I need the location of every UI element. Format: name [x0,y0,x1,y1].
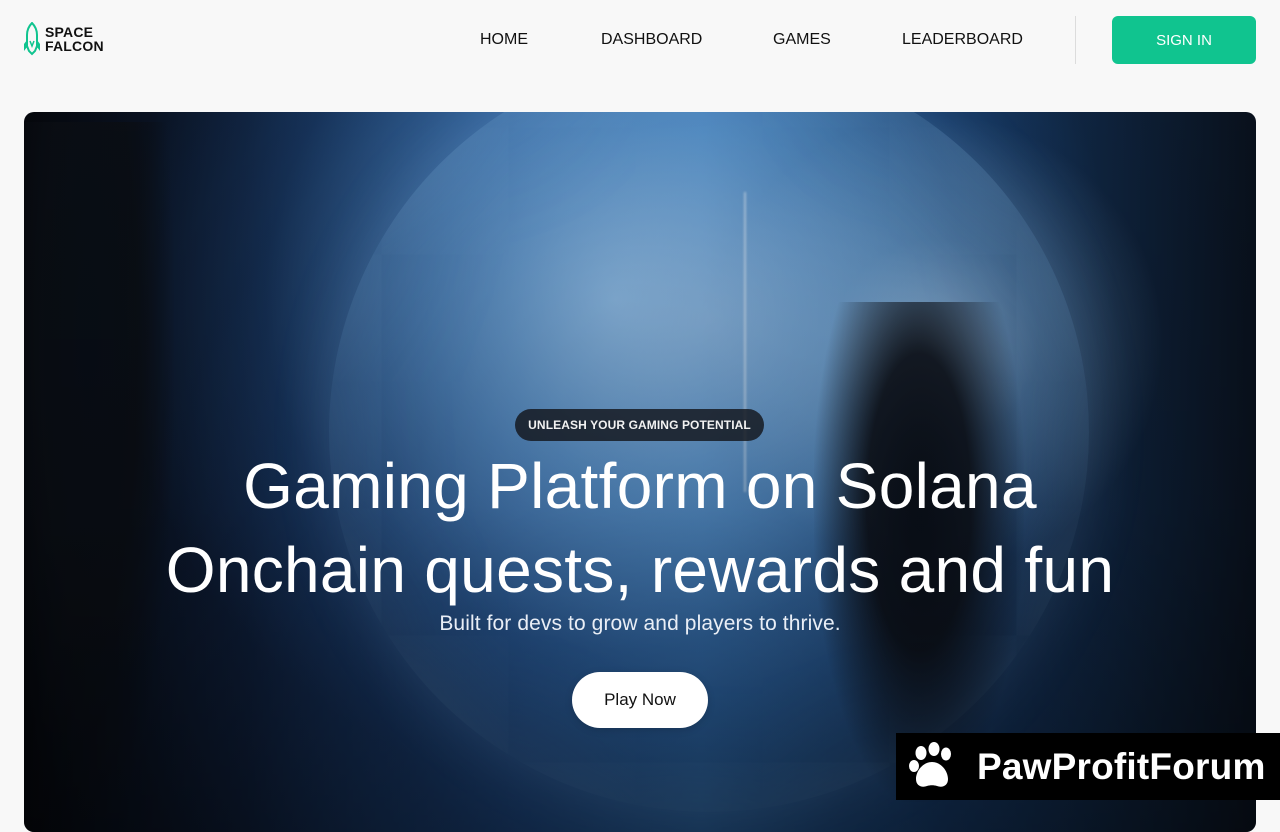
pawprofitforum-watermark: PawProfitForum [896,733,1280,800]
hero-banner: UNLEASH YOUR GAMING POTENTIAL Gaming Pla… [24,112,1256,832]
hero-subtitle: Built for devs to grow and players to th… [439,612,841,635]
top-navigation-bar: SPACE FALCON HOME DASHBOARD GAMES LEADER… [0,0,1280,80]
rocket-logo-icon [24,22,40,56]
nav-item-dashboard[interactable]: DASHBOARD [601,31,702,49]
hero-title-line-1: Gaming Platform on Solana [243,450,1037,522]
nav-item-home[interactable]: HOME [480,31,528,49]
watermark-text: PawProfitForum [977,745,1266,787]
sign-in-button[interactable]: SIGN IN [1112,16,1256,64]
play-now-button[interactable]: Play Now [572,672,708,728]
brand-name: SPACE FALCON [45,25,104,53]
nav-item-games[interactable]: GAMES [773,31,831,49]
brand-line-1: SPACE [45,24,94,40]
space-falcon-logo[interactable]: SPACE FALCON [24,22,104,56]
nav-item-leaderboard[interactable]: LEADERBOARD [902,31,1023,49]
hero-badge: UNLEASH YOUR GAMING POTENTIAL [515,409,764,441]
nav-divider [1075,16,1076,64]
hero-title-line-2: Onchain quests, rewards and fun [165,534,1115,606]
paw-icon [909,741,951,787]
brand-line-2: FALCON [45,38,104,54]
